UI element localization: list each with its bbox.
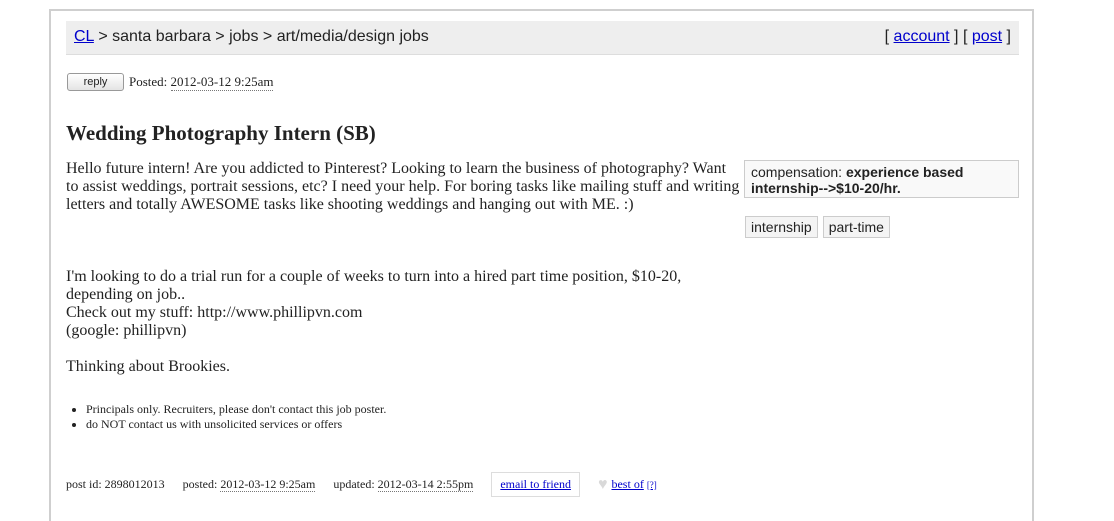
breadcrumb-home-link[interactable]: CL bbox=[74, 28, 94, 45]
posted-date: 2012-03-12 9:25am bbox=[170, 73, 274, 91]
footer-posted-date: 2012-03-12 9:25am bbox=[220, 477, 316, 492]
account-link[interactable]: account bbox=[894, 28, 950, 45]
post-id: post id: 2898012013 bbox=[66, 477, 165, 491]
post-link[interactable]: post bbox=[972, 28, 1002, 45]
bracket: ] [ bbox=[954, 28, 968, 45]
posting-info: reply Posted: 2012-03-12 9:25am bbox=[67, 73, 274, 91]
body-paragraph: Hello future intern! Are you addicted to… bbox=[66, 160, 740, 213]
email-to-friend-button[interactable]: email to friend bbox=[491, 472, 580, 497]
posting-title: Wedding Photography Intern (SB) bbox=[66, 121, 376, 145]
breadcrumb-bar: CL > santa barbara > jobs > art/media/de… bbox=[66, 21, 1019, 55]
bracket: [ bbox=[884, 28, 890, 45]
footer-updated: updated: 2012-03-14 2:55pm bbox=[333, 477, 474, 492]
footer-updated-label: updated: bbox=[333, 477, 375, 491]
breadcrumb: CL > santa barbara > jobs > art/media/de… bbox=[74, 28, 429, 46]
compensation-box: compensation: experience based internshi… bbox=[744, 160, 1019, 198]
breadcrumb-separator: > bbox=[98, 28, 108, 45]
footer-updated-date: 2012-03-14 2:55pm bbox=[377, 477, 474, 492]
posting-body: Hello future intern! Are you addicted to… bbox=[66, 160, 742, 376]
heart-icon[interactable]: ♥ bbox=[598, 476, 608, 494]
tag-part-time: part-time bbox=[822, 216, 890, 238]
help-link[interactable]: [?] bbox=[647, 480, 657, 490]
breadcrumb-separator: > bbox=[262, 28, 273, 45]
body-paragraph: (google: phillipvn) bbox=[66, 322, 187, 339]
body-paragraph: Check out my stuff: http://www.phillipvn… bbox=[66, 304, 363, 321]
breadcrumb-city: santa barbara bbox=[112, 28, 211, 45]
breadcrumb-subcategory: art/media/design jobs bbox=[276, 28, 429, 45]
user-links: [ account ] [ post ] bbox=[885, 28, 1011, 46]
notices-list: Principals only. Recruiters, please don'… bbox=[66, 402, 386, 432]
body-paragraph: Thinking about Brookies. bbox=[66, 358, 230, 375]
bracket: ] bbox=[1006, 28, 1011, 45]
breadcrumb-separator: > bbox=[215, 28, 225, 45]
posting-footer: post id: 2898012013 posted: 2012-03-12 9… bbox=[66, 472, 657, 497]
notice-item: do NOT contact us with unsolicited servi… bbox=[86, 417, 386, 432]
breadcrumb-category: jobs bbox=[229, 28, 259, 45]
body-paragraph: I'm looking to do a trial run for a coup… bbox=[66, 268, 682, 303]
job-tags: internship part-time bbox=[745, 216, 890, 238]
footer-posted-label: posted: bbox=[182, 477, 218, 491]
tag-internship: internship bbox=[745, 216, 818, 238]
footer-posted: posted: 2012-03-12 9:25am bbox=[183, 477, 316, 492]
notice-item: Principals only. Recruiters, please don'… bbox=[86, 402, 386, 417]
compensation-label: compensation: bbox=[751, 164, 843, 180]
posted-label: Posted: bbox=[129, 74, 168, 89]
reply-button[interactable]: reply bbox=[67, 73, 124, 91]
best-of-link[interactable]: best of bbox=[611, 477, 643, 492]
